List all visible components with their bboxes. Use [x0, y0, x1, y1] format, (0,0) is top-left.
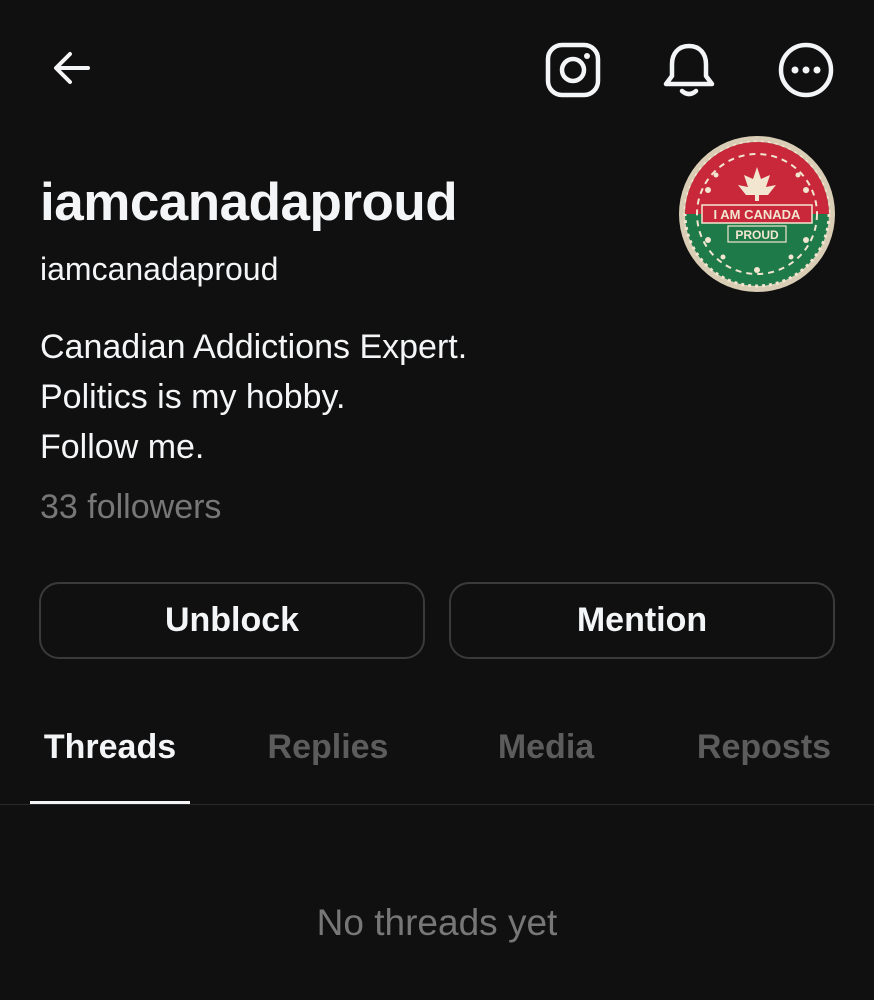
avatar[interactable]: I AM CANADA PROUD [678, 135, 836, 293]
profile-page: iamcanadaproud iamcanadaproud I AM CANAD… [0, 0, 874, 1000]
bio-line: Canadian Addictions Expert. [40, 328, 468, 366]
instagram-button[interactable] [541, 38, 605, 102]
bell-icon [663, 43, 715, 97]
bio-line: Politics is my hobby. [40, 378, 346, 416]
back-button[interactable] [44, 40, 100, 96]
more-options-button[interactable] [774, 38, 838, 102]
tab-media[interactable]: Media [466, 728, 626, 767]
followers-count[interactable]: 33 followers [40, 488, 221, 527]
avatar-text-bottom: PROUD [735, 228, 779, 242]
profile-tabs: Threads Replies Media Reposts [0, 700, 874, 805]
avatar-image: I AM CANADA PROUD [679, 136, 835, 292]
arrow-left-icon [54, 52, 90, 84]
tab-threads[interactable]: Threads [30, 728, 190, 767]
profile-display-name: iamcanadaproud [40, 173, 458, 232]
profile-username: iamcanadaproud [40, 251, 279, 287]
tabs-divider [0, 804, 874, 805]
avatar-text-top: I AM CANADA [714, 207, 802, 222]
more-options-icon [778, 42, 834, 98]
empty-state-text: No threads yet [316, 902, 558, 943]
profile-bio: Canadian Addictions Expert. Politics is … [40, 322, 467, 472]
unblock-button[interactable]: Unblock [39, 582, 425, 659]
instagram-icon [545, 42, 601, 98]
notifications-button[interactable] [657, 38, 721, 102]
bio-line: Follow me. [40, 428, 205, 466]
tab-reposts[interactable]: Reposts [684, 728, 844, 767]
tab-replies[interactable]: Replies [248, 728, 408, 767]
mention-button[interactable]: Mention [449, 582, 835, 659]
top-bar [0, 0, 874, 136]
